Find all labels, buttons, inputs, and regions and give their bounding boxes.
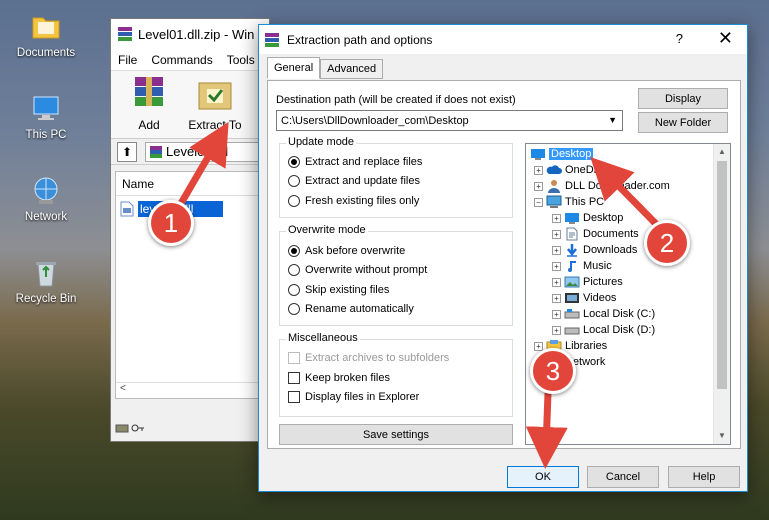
arrow-3: [525, 392, 568, 469]
arrow-2: [590, 157, 663, 231]
callout-2: 2: [644, 220, 690, 266]
callout-3: 3: [530, 348, 576, 394]
tab-general[interactable]: General: [267, 57, 321, 79]
callout-1: 1: [148, 200, 194, 246]
arrow-1: [172, 121, 229, 214]
